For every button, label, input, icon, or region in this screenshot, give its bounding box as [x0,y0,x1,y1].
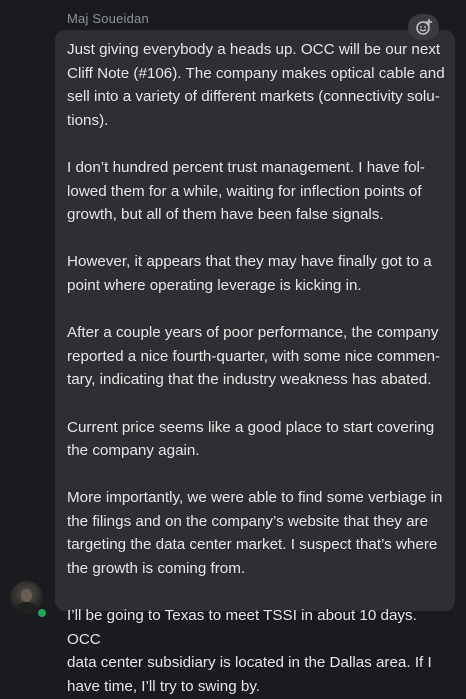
message-paragraph-3: However, it appears that they may have f… [67,253,432,294]
add-reaction-button[interactable] [408,14,439,40]
sender-name[interactable]: Maj Soueidan [67,11,149,26]
message-paragraph-2: I don’t hundred percent trust management… [67,158,425,224]
message-paragraph-1: Just giving everybody a heads up. OCC wi… [67,41,445,129]
message-paragraph-6: More importantly, we were able to find s… [67,489,443,578]
message-paragraph-7: I’ll be going to Texas to meet TSSI in a… [67,607,432,696]
message-paragraph-4: After a couple years of poor performance… [67,324,441,389]
message-bubble: Just giving everybody a heads up. OCC wi… [55,30,455,695]
message-paragraph-5: Current price seems like a good place to… [67,418,435,460]
add-reaction-icon [415,18,432,35]
online-status-indicator [36,607,48,619]
avatar-face [21,589,32,602]
